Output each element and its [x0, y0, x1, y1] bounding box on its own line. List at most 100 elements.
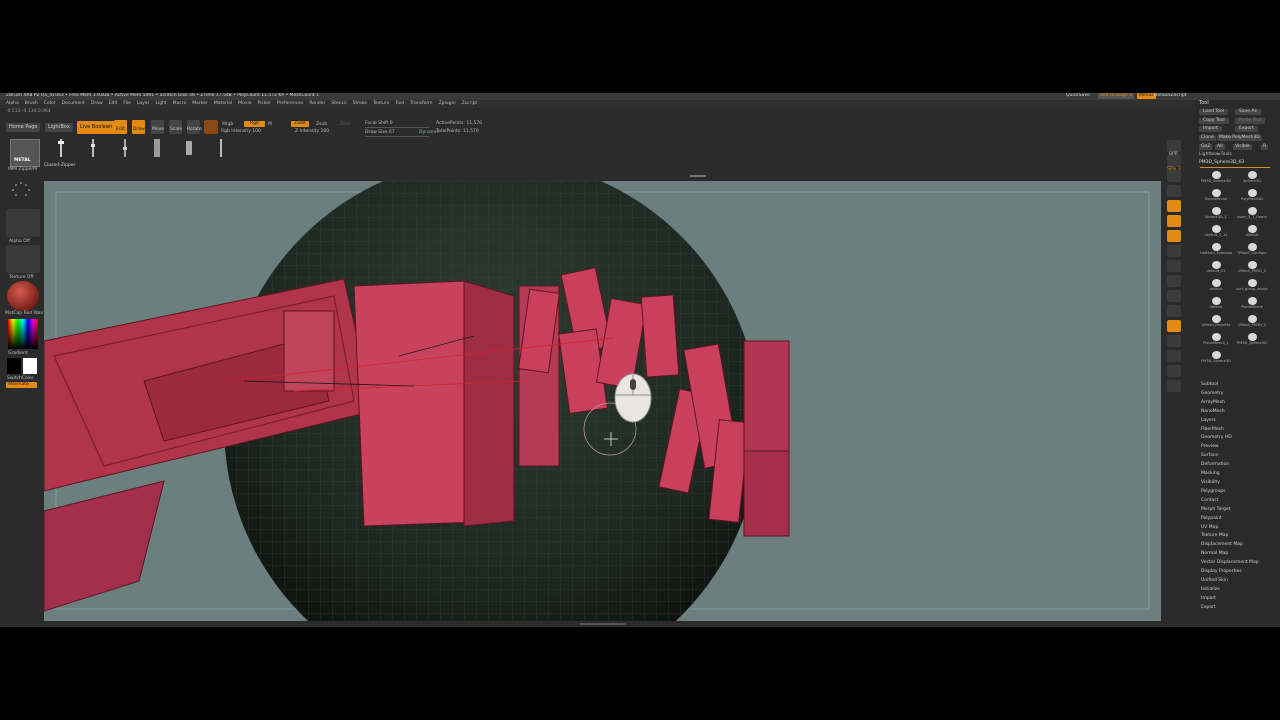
brush-thumb-1[interactable] — [56, 139, 66, 157]
menu-item-color[interactable]: Color — [44, 101, 56, 107]
tool-thumb[interactable]: PM3D_Sphere3D — [1235, 332, 1269, 349]
m-button[interactable]: M — [268, 122, 272, 128]
menu-item-brush[interactable]: Brush — [25, 101, 38, 107]
import-button[interactable]: Import — [1199, 126, 1222, 132]
live-boolean-button[interactable]: Live Boolean — [77, 121, 116, 134]
tool-thumb[interactable]: PolyMesh3D — [1235, 188, 1269, 205]
tool-thumb[interactable]: Sphere3D_1 — [1199, 206, 1233, 223]
lightbox-button[interactable]: LightBox — [45, 123, 73, 132]
spix-button[interactable]: SPix 3 — [1167, 155, 1181, 172]
floor-icon[interactable] — [1167, 215, 1181, 227]
bpr-button[interactable]: BPR — [1167, 140, 1181, 157]
tool-section-polypaint[interactable]: Polypaint — [1201, 515, 1259, 524]
goz-visible-button[interactable]: Visible — [1233, 144, 1252, 150]
tool-thumb[interactable]: open_3_T_Home — [1235, 206, 1269, 223]
polyf-icon[interactable] — [1167, 320, 1181, 332]
top-scroll-handle[interactable] — [690, 175, 706, 177]
paste-tool-button[interactable]: Paste Tool — [1235, 118, 1266, 124]
current-tool-slider[interactable]: PM3D_Sphere3D_63 — [1199, 160, 1244, 166]
xpose-icon[interactable] — [1167, 380, 1181, 392]
menu-item-draw[interactable]: Draw — [91, 101, 103, 107]
menu-item-tool[interactable]: Tool — [395, 101, 404, 107]
menu-item-light[interactable]: Light — [155, 101, 166, 107]
tool-thumb[interactable]: PM3D_Sphere3D — [1199, 170, 1233, 187]
menu-item-preferences[interactable]: Preferences — [277, 101, 303, 107]
tool-thumb[interactable]: default_01 — [1199, 260, 1233, 277]
secondary-color-swatch[interactable] — [23, 358, 37, 374]
alternate-button[interactable]: Alternate — [6, 382, 37, 388]
brush-thumb-4[interactable] — [152, 139, 162, 157]
tool-section-layers[interactable]: Layers — [1201, 417, 1259, 426]
tool-thumb[interactable]: default_1_12 — [1199, 224, 1233, 241]
alpha-swatch[interactable] — [6, 209, 40, 237]
quicksave-button[interactable]: QuickSave — [1066, 93, 1090, 99]
tool-thumb[interactable]: TPoseT_Configur — [1235, 242, 1269, 259]
brush-thumb-2[interactable] — [88, 139, 98, 157]
mrgb-button[interactable]: Mrgb — [222, 122, 233, 128]
make-polymesh-button[interactable]: Make PolyMesh3D — [1217, 135, 1262, 141]
copy-tool-button[interactable]: Copy Tool — [1199, 118, 1229, 124]
zcut-button[interactable]: Zcut — [340, 122, 350, 128]
tool-section-masking[interactable]: Masking — [1201, 470, 1259, 479]
tool-section-unified-skin[interactable]: Unified Skin — [1201, 577, 1259, 586]
export-button[interactable]: Export — [1235, 126, 1258, 132]
tool-section-polygroups[interactable]: Polygroups — [1201, 488, 1259, 497]
tool-thumb[interactable]: surf_group_whole — [1235, 278, 1269, 295]
brush-thumb-5[interactable] — [184, 139, 194, 157]
tool-section-geometry[interactable]: Geometry — [1201, 390, 1259, 399]
tool-thumb[interactable]: default — [1199, 278, 1233, 295]
tool-section-surface[interactable]: Surface — [1201, 452, 1259, 461]
menu-item-stencil[interactable]: Stencil — [331, 101, 346, 107]
tool-section-arraymesh[interactable]: ArrayMesh — [1201, 399, 1259, 408]
lsym-icon[interactable] — [1167, 245, 1181, 257]
menu-item-zscript[interactable]: Zscript — [462, 101, 478, 107]
tool-section-import[interactable]: Import — [1201, 595, 1259, 604]
frame-icon[interactable] — [1167, 260, 1181, 272]
tool-thumb[interactable]: PM3D_Sphere3D — [1199, 350, 1233, 367]
menu-item-picker[interactable]: Picker — [257, 101, 270, 107]
draw-button[interactable]: Draw — [132, 120, 145, 134]
scale-button[interactable]: Scale — [169, 120, 182, 134]
tool-thumb[interactable]: default — [1199, 296, 1233, 313]
brush-thumb-3[interactable] — [120, 139, 130, 157]
tool-thumb[interactable]: default — [1235, 224, 1269, 241]
load-tool-button[interactable]: Load Tool — [1199, 109, 1228, 115]
local-icon[interactable] — [1167, 230, 1181, 242]
tool-thumb[interactable]: HatMain_Eyebrow — [1199, 242, 1233, 259]
tool-thumb[interactable]: UMesh_PlaneMe — [1199, 314, 1233, 331]
tool-thumb[interactable]: SimpleBrush — [1199, 188, 1233, 205]
zoom-view-icon[interactable] — [1167, 290, 1181, 302]
edit-button[interactable]: Edit — [114, 120, 127, 134]
tool-section-display-properties[interactable]: Display Properties — [1201, 568, 1259, 577]
move-button[interactable]: Move — [151, 120, 164, 134]
menu-item-edit[interactable]: Edit — [109, 101, 118, 107]
texture-swatch[interactable] — [6, 245, 40, 273]
tool-section-displacement-map[interactable]: Displacement Map — [1201, 541, 1259, 550]
color-picker[interactable] — [8, 319, 38, 349]
solo-icon[interactable] — [1167, 365, 1181, 377]
transp-icon[interactable] — [1167, 335, 1181, 347]
move-view-icon[interactable] — [1167, 275, 1181, 287]
menu-item-stroke[interactable]: Stroke — [353, 101, 367, 107]
menu-item-transform[interactable]: Transform — [410, 101, 432, 107]
goz-button[interactable]: GoZ — [1199, 144, 1213, 150]
menu-item-material[interactable]: Material — [214, 101, 232, 107]
brush-thumb-6[interactable] — [216, 139, 226, 157]
menu-item-marker[interactable]: Marker — [192, 101, 208, 107]
menus-button[interactable]: Menus — [1137, 93, 1156, 99]
home-page-button[interactable]: Home Page — [6, 123, 41, 132]
lightbox-tools-button[interactable]: Lightbox▸Tools — [1199, 152, 1232, 158]
goz-all-button[interactable]: All — [1215, 144, 1225, 150]
tool-section-deformation[interactable]: Deformation — [1201, 461, 1259, 470]
tool-section-morph-target[interactable]: Morph Target — [1201, 506, 1259, 515]
menu-item-render[interactable]: Render — [309, 101, 325, 107]
rgb-button[interactable]: Rgb — [244, 121, 265, 127]
z-intensity-slider[interactable]: Z Intensity 100 — [295, 129, 329, 135]
rgb-intensity-slider[interactable]: Rgb Intensity 100 — [221, 129, 261, 135]
tool-section-nanomesh[interactable]: NanoMesh — [1201, 408, 1259, 417]
zsub-button[interactable]: Zsub — [316, 122, 327, 128]
rotate-button[interactable]: Rotate — [187, 120, 202, 134]
menu-item-zplugin[interactable]: Zplugin — [439, 101, 456, 107]
menu-item-texture[interactable]: Texture — [373, 101, 389, 107]
tool-section-normal-map[interactable]: Normal Map — [1201, 550, 1259, 559]
